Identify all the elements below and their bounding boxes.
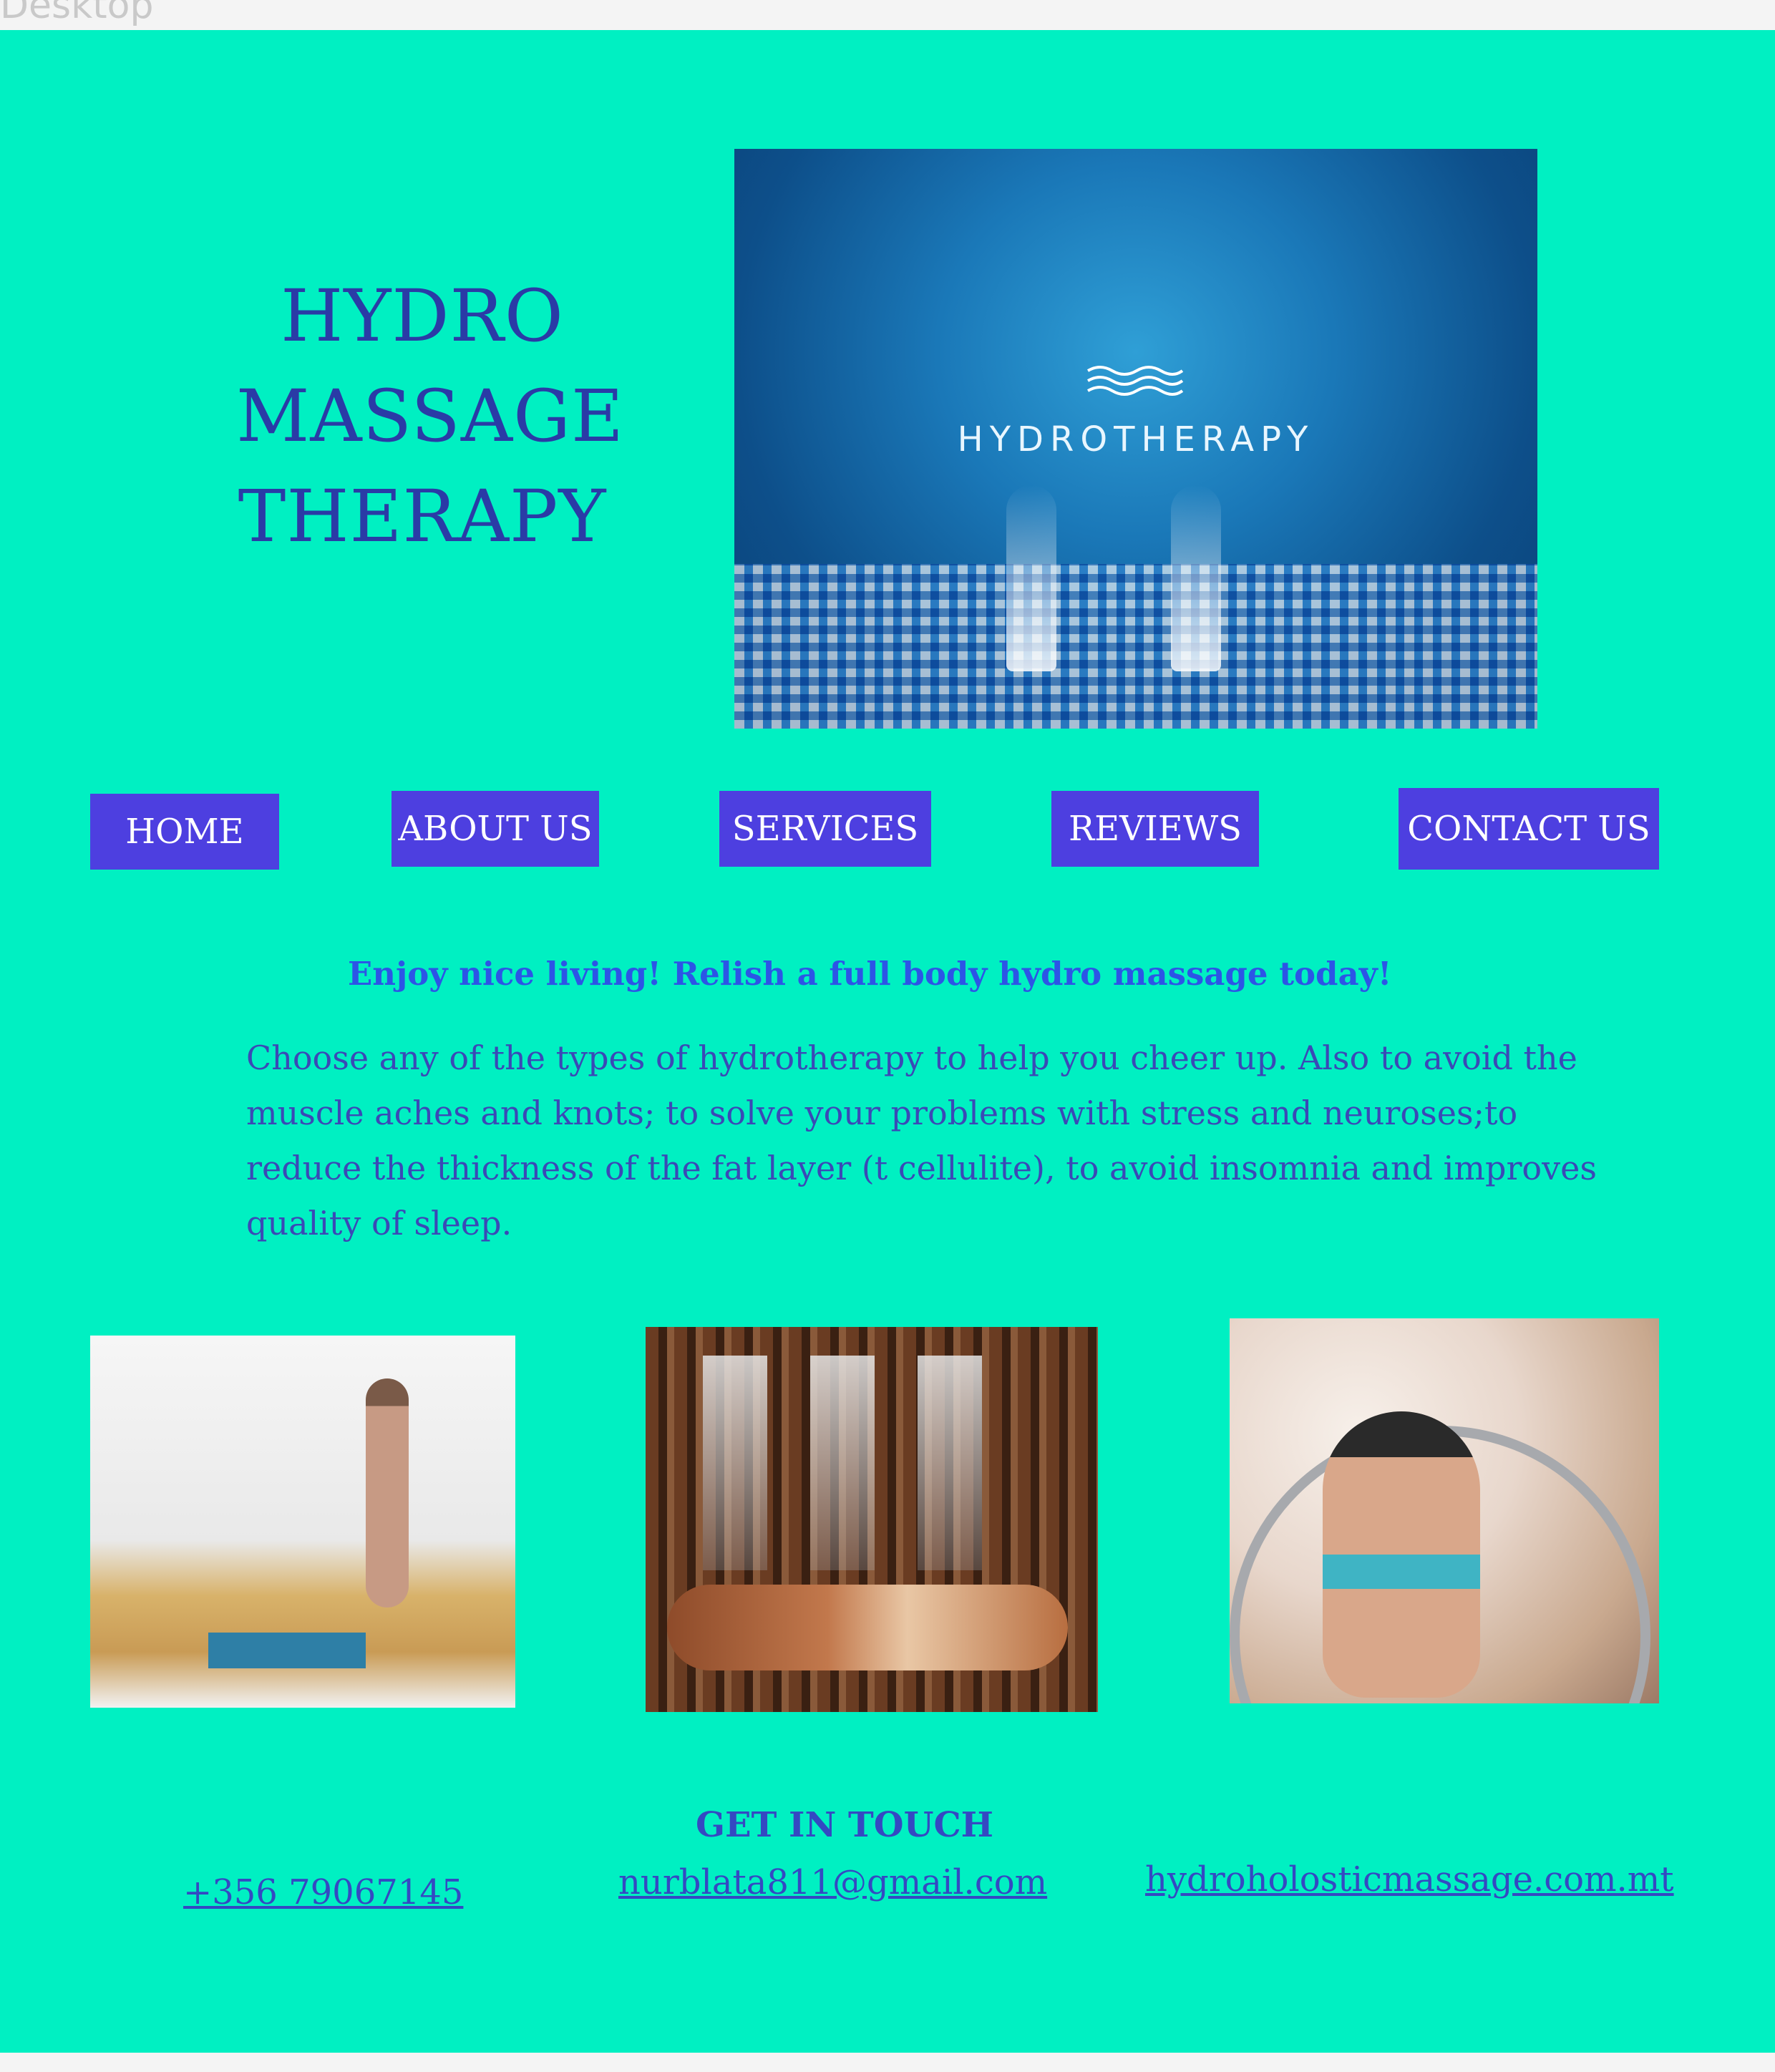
site-brand-title: HYDRO MASSAGE THERAPY — [236, 266, 624, 567]
nav-services-button[interactable]: SERVICES — [719, 791, 931, 867]
photo-shower-stream — [703, 1356, 767, 1570]
contact-website-link[interactable]: hydroholosticmassage.com.mt — [1145, 1859, 1674, 1900]
hydrotherapy-photo-circular-shower — [1230, 1318, 1659, 1703]
hero-water-jet — [1171, 485, 1221, 671]
page-canvas: HYDRO MASSAGE THERAPY HYDROTHERAPY HOME … — [0, 30, 1775, 2053]
photo-shower-stream — [810, 1356, 875, 1570]
browser-ghost-text: Desktop — [0, 0, 154, 27]
nav-reviews-button[interactable]: REVIEWS — [1051, 791, 1259, 867]
hero-image: HYDROTHERAPY — [734, 149, 1537, 729]
waves-icon — [1086, 366, 1184, 396]
hydrotherapy-photo-vichy-shower — [646, 1327, 1098, 1712]
contact-heading: GET IN TOUCH — [696, 1805, 993, 1845]
contact-phone-link[interactable]: +356 79067145 — [183, 1872, 463, 1912]
intro-paragraph: Choose any of the types of hydrotherapy … — [246, 1039, 1597, 1242]
photo-person — [366, 1378, 409, 1607]
brand-line-3: THERAPY — [238, 475, 607, 558]
browser-bottom-strip — [0, 2053, 1775, 2072]
brand-line-1: HYDRO — [281, 274, 564, 358]
nav-about-us-button[interactable]: ABOUT US — [392, 791, 599, 867]
hydrotherapy-photo-hose — [90, 1336, 515, 1708]
brand-line-2: MASSAGE — [236, 374, 624, 458]
photo-floor-mat — [208, 1633, 366, 1668]
browser-top-strip: Desktop — [0, 0, 1775, 30]
nav-home-button[interactable]: HOME — [90, 794, 279, 870]
photo-shower-stream — [918, 1356, 982, 1570]
contact-email-link[interactable]: nurblata811@gmail.com — [618, 1862, 1047, 1902]
hero-mosaic-floor — [734, 564, 1537, 729]
hero-water-jet — [1006, 485, 1056, 671]
hero-image-caption: HYDROTHERAPY — [957, 419, 1315, 459]
nav-contact-us-button[interactable]: CONTACT US — [1399, 788, 1659, 870]
photo-person-lying — [667, 1585, 1068, 1670]
tagline: Enjoy nice living! Relish a full body hy… — [348, 955, 1392, 993]
photo-person — [1323, 1411, 1480, 1698]
